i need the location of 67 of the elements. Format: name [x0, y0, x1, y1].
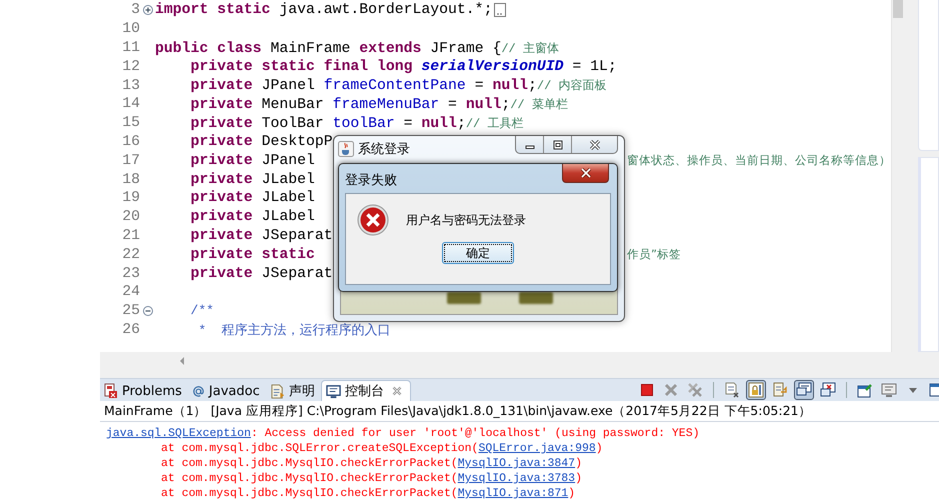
line-number: 17	[121, 152, 140, 169]
at-sign-icon	[192, 384, 205, 398]
code-line: private JLabel	[190, 172, 315, 188]
collapse-icon[interactable]	[142, 306, 152, 316]
show-stdout-button[interactable]	[794, 380, 814, 400]
panel-tab[interactable]: 控制台	[320, 380, 411, 401]
line-number: 22	[121, 246, 140, 263]
console-header: MainFrame（1） [Java 应用程序] C:\Program Files\Java\jdk1.8.0_131\bin\javaw.exe（2017年5月22日 下午5:05:21）	[100, 401, 939, 422]
code-line: private DesktopP	[190, 134, 333, 150]
dialog-title: 登录失败	[345, 172, 397, 189]
console-line: at com.mysql.jdbc.MysqlIO.checkErrorPacket(MysqlIO.java:3783)	[160, 471, 582, 486]
code-comment: 作员”标签	[627, 247, 681, 262]
console-line: at com.mysql.jdbc.MysqlIO.checkErrorPacket(MysqlIO.java:871)	[160, 486, 576, 501]
code-line: private JLabel	[190, 209, 315, 226]
code-line: private MenuBar frameMenuBar = null;// 菜单栏	[190, 96, 568, 113]
error-message: 用户名与密码无法登录	[406, 212, 526, 228]
code-line: private JPanel	[190, 152, 315, 169]
code-line: private ToolBar toolBar = null;// 工具栏	[190, 114, 524, 132]
close-icon	[580, 168, 592, 178]
line-number: 19	[121, 190, 140, 206]
line-number: 12	[121, 58, 140, 75]
horizontal-scrollbar[interactable]	[100, 352, 939, 378]
panel-tab[interactable]: Javadoc	[188, 381, 266, 401]
panel-tab[interactable]: 声明	[266, 381, 321, 401]
problems-icon	[104, 383, 118, 399]
code-line: private static	[190, 246, 315, 263]
line-number: 26	[121, 322, 140, 338]
line-number: 23	[121, 266, 140, 282]
code-comment: 窗体状态、操作员、当前日期、公司名称等信息）	[627, 153, 891, 168]
code-line: private static final long serialVersionUID = 1L;	[190, 58, 617, 75]
declaration-icon	[270, 384, 285, 398]
window-title: 系统登录	[358, 141, 410, 158]
line-number: 24	[121, 284, 140, 300]
line-number: 15	[121, 115, 140, 132]
line-number: 13	[121, 78, 140, 94]
line-number: 14	[121, 96, 140, 112]
console-line: at com.mysql.jdbc.MysqlIO.checkErrorPacket(MysqlIO.java:3847)	[160, 456, 582, 471]
maximize-icon	[552, 140, 562, 150]
error-icon	[357, 204, 389, 236]
code-line: private JSeparat	[190, 266, 333, 282]
line-number: 18	[121, 172, 140, 188]
line-number: 16	[121, 134, 140, 150]
line-number: 11	[121, 40, 140, 56]
line-number: 25	[121, 303, 140, 320]
scroll-lock-button[interactable]	[746, 380, 766, 400]
close-icon[interactable]	[392, 386, 402, 396]
console-line: at com.mysql.jdbc.SQLError.createSQLException(SQLError.java:998)	[160, 441, 603, 456]
code-line: import static java.awt.BorderLayout.*;	[155, 2, 492, 18]
line-number: 20	[121, 209, 140, 226]
console-icon	[326, 384, 341, 398]
code-line: private JPanel frameContentPane = null;// 内容面板	[190, 77, 606, 94]
java-cup-icon	[338, 141, 354, 157]
code-line: private JLabel	[190, 190, 315, 206]
code-line: * 程序主方法，运行程序的入口	[197, 322, 391, 339]
ok-button[interactable]: 确定	[442, 242, 514, 264]
console-line: java.sql.SQLException: Access denied for user 'root'@'localhost' (using password: YES)	[106, 426, 700, 441]
folded-code-icon[interactable]	[494, 3, 506, 18]
close-button[interactable]	[562, 164, 609, 183]
line-number: 10	[121, 21, 140, 38]
code-line: public class MainFrame extends JFrame {// 主窗体	[155, 40, 559, 56]
line-number: 3	[130, 2, 140, 18]
expand-icon[interactable]	[142, 5, 152, 16]
panel-tab[interactable]: Problems	[100, 381, 188, 401]
code-line: private JSeparat	[190, 228, 333, 244]
close-icon	[588, 140, 600, 150]
line-number: 21	[121, 228, 140, 244]
code-line: /**	[190, 303, 214, 320]
